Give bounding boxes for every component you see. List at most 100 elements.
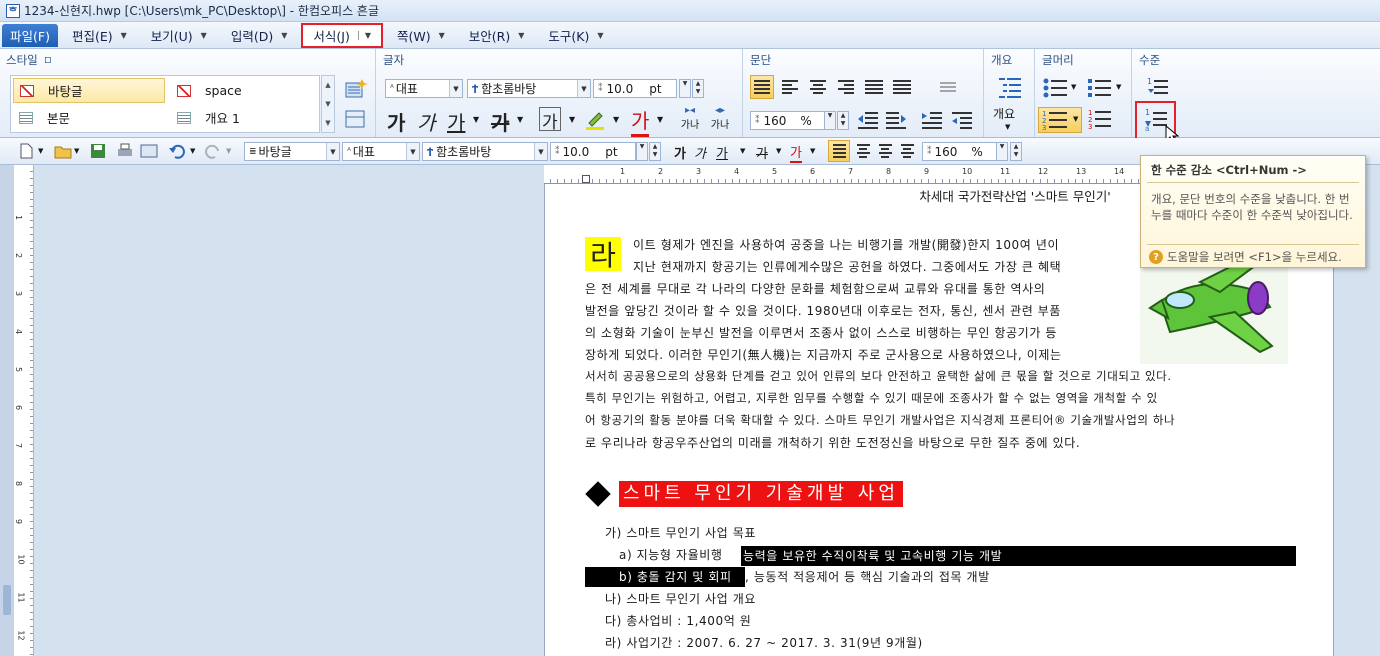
font-color-button[interactable]: 가 [631, 105, 650, 137]
chevron-down-icon[interactable]: ▼ [1005, 123, 1010, 131]
align-divide-button[interactable] [890, 75, 914, 99]
highlighter-icon[interactable] [583, 107, 607, 131]
underline-button[interactable]: 가 [447, 107, 465, 136]
help-icon: ? [1149, 250, 1163, 264]
font-color-button-2[interactable]: 가 [790, 142, 802, 163]
line-spacing-stepper-2[interactable]: ▲ ▼ [1010, 142, 1022, 161]
align-left-button-2[interactable] [852, 140, 874, 162]
chevron-down-icon[interactable]: ▼ [517, 115, 523, 124]
chevron-down-icon[interactable]: ▼ [74, 147, 79, 155]
menu-file[interactable]: 파일(F) [2, 23, 58, 47]
font-unit-dropdown-2[interactable]: ▼ [636, 142, 648, 161]
decrease-indent-icon[interactable] [856, 109, 880, 131]
hanging-indent-icon[interactable] [950, 109, 974, 131]
italic-button[interactable]: 가 [417, 107, 435, 136]
menu-view[interactable]: 보기(U) ▼ [141, 24, 217, 47]
chevron-down-icon[interactable]: ▼ [38, 147, 43, 155]
menu-security[interactable]: 보안(R) ▼ [459, 24, 535, 47]
open-folder-icon[interactable] [54, 143, 72, 159]
align-left-button[interactable] [778, 75, 802, 99]
print-preview-icon[interactable] [140, 143, 158, 159]
chevron-down-icon[interactable]: ▼ [1073, 115, 1078, 123]
chevron-down-icon[interactable]: ▼ [226, 147, 231, 155]
chevron-down-icon[interactable]: ▼ [190, 147, 195, 155]
bold-button-2[interactable]: 가 [674, 143, 686, 162]
font-name-select-2[interactable]: Ϯ 함초롬바탕 ▼ [422, 142, 548, 161]
save-icon[interactable] [90, 143, 108, 159]
font-size-input-2[interactable]: ⁑ 10.0 pt [550, 142, 636, 161]
line-spacing-input[interactable]: ⁑ 160% [750, 111, 830, 130]
indent-marker[interactable] [582, 175, 590, 183]
menu-page-label: 쪽(W) [396, 28, 431, 44]
align-center-button-2[interactable] [874, 140, 896, 162]
menu-page[interactable]: 쪽(W) ▼ [387, 24, 455, 47]
line-height-icon[interactable] [936, 75, 960, 99]
align-center-button[interactable] [806, 75, 830, 99]
font-name-select[interactable]: Ϯ 함초롬바탕 ▼ [467, 79, 591, 98]
style-item-batanggeul[interactable]: 바탕글 [13, 78, 165, 103]
style-item-outline1[interactable]: 개요 1 [171, 105, 311, 130]
narrow-spacing-button[interactable]: ▸◂ 가나 [677, 105, 703, 131]
outline-char-button[interactable]: 가 [539, 107, 561, 133]
style-item-body[interactable]: 본문 [13, 105, 165, 130]
chevron-down-icon[interactable]: ▼ [776, 147, 781, 155]
font-type-select-2[interactable]: ᴬ 대표 ▼ [342, 142, 420, 161]
undo-icon[interactable] [168, 143, 186, 159]
menu-tools[interactable]: 도구(K) ▼ [538, 24, 613, 47]
airplane-clipart[interactable] [1140, 260, 1288, 364]
new-style-icon[interactable] [344, 77, 368, 99]
font-type-select[interactable]: ᴬ 대표 ▼ [385, 79, 463, 98]
align-right-button[interactable] [834, 75, 858, 99]
line-spacing-input-2[interactable]: ⁑ 160% [922, 142, 998, 161]
level-increase-icon[interactable]: 1 [1145, 75, 1169, 99]
chevron-down-icon[interactable]: ▼ [740, 147, 745, 155]
strike-button-2[interactable]: 가 [756, 143, 768, 162]
chevron-down-icon[interactable]: ▼ [569, 115, 575, 124]
bullet-list-icon[interactable] [1042, 77, 1068, 99]
font-size-input[interactable]: ⁑ 10.0 pt [593, 79, 677, 98]
strike-button[interactable]: 가 [491, 107, 509, 136]
menu-input[interactable]: 입력(D) ▼ [221, 24, 298, 47]
wide-spacing-button[interactable]: ◂▸ 가나 [707, 105, 733, 131]
chevron-down-icon[interactable]: ▼ [657, 115, 663, 124]
style-item-space[interactable]: space [171, 78, 311, 103]
arrows-out-icon: ◂▸ [714, 105, 726, 116]
increase-indent-icon[interactable] [884, 109, 908, 131]
panel-toggle-handle[interactable] [3, 585, 11, 615]
bullet-list-alt-icon[interactable] [1086, 77, 1112, 99]
chevron-down-icon: ▼ [120, 30, 127, 40]
underline-button-2[interactable]: 가 [716, 143, 728, 162]
menu-format[interactable]: 서식(J) ▼ [301, 22, 383, 48]
new-document-icon[interactable] [18, 143, 36, 159]
list-item-a: a) 지능형 자율비행 [619, 546, 723, 563]
expand-icon[interactable]: ▫ [44, 52, 52, 66]
align-justify-button-2[interactable] [828, 140, 850, 162]
font-size-stepper[interactable]: ▲ ▼ [692, 79, 704, 98]
chevron-down-icon[interactable]: ▼ [1071, 83, 1076, 91]
menu-edit[interactable]: 편집(E) ▼ [62, 24, 137, 47]
numbered-list-alt-icon[interactable]: 123 [1086, 107, 1112, 133]
italic-button-2[interactable]: 가 [694, 143, 706, 162]
outline-icon[interactable] [997, 75, 1023, 99]
line-spacing-unit-dropdown[interactable]: ▼ [824, 111, 836, 130]
line-spacing-unit-dropdown-2[interactable]: ▼ [996, 142, 1008, 161]
style-select[interactable]: ≣ 바탕글 ▼ [244, 142, 340, 161]
chevron-down-icon[interactable]: ▼ [613, 115, 619, 124]
style-group: 스타일 ▫ 바탕글 space 본문 개요 1 ▲ ▼ ▼ [0, 49, 376, 137]
align-right-button-2[interactable] [896, 140, 918, 162]
align-distribute-button[interactable] [862, 75, 886, 99]
chevron-down-icon[interactable]: ▼ [810, 147, 815, 155]
line-spacing-stepper[interactable]: ▲ ▼ [837, 111, 849, 130]
align-justify-button[interactable] [750, 75, 774, 99]
chevron-down-icon[interactable]: ▼ [1116, 83, 1121, 91]
chevron-down-icon[interactable]: ▼ [473, 115, 479, 124]
first-line-indent-icon[interactable] [920, 109, 944, 131]
style-list-scrollbar[interactable]: ▲ ▼ ▼ [321, 75, 335, 133]
font-unit-dropdown[interactable]: ▼ [679, 79, 691, 98]
print-icon[interactable] [116, 143, 134, 159]
outline-button[interactable]: 개요 [993, 105, 1015, 122]
redo-icon[interactable] [204, 143, 222, 159]
bold-button[interactable]: 가 [387, 107, 405, 136]
style-settings-icon[interactable] [344, 107, 368, 129]
font-size-stepper-2[interactable]: ▲ ▼ [649, 142, 661, 161]
